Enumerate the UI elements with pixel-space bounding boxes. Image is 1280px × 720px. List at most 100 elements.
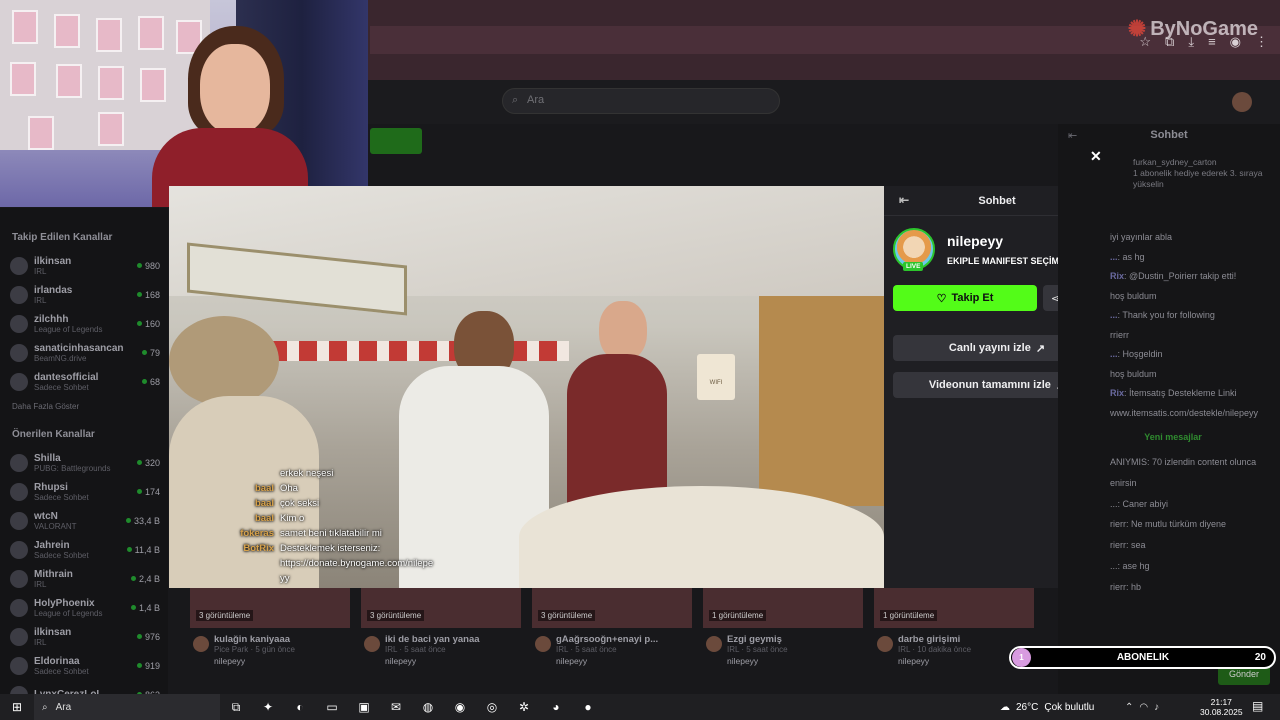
chat-message: çok seksi	[280, 498, 320, 509]
subscription-label: ABONELIK	[1116, 652, 1170, 663]
gift-announcement: furkan_sydney_carton 1 abonelik hediye e…	[1133, 157, 1273, 190]
edge-icon[interactable]: ◐	[284, 700, 316, 714]
wifi-icon[interactable]: ◠	[1139, 702, 1148, 713]
channel-name: irlandas	[34, 284, 73, 296]
channel-category: Sadece Sohbet	[34, 666, 89, 676]
channel-category: IRL	[34, 637, 47, 647]
channel-info: Shilla PUBG: Battlegrounds	[34, 453, 137, 473]
notification-icon[interactable]: ▤	[1252, 699, 1263, 713]
live-dot-icon	[136, 489, 142, 494]
chat-message: : Thank you for following	[1117, 310, 1215, 320]
channel-category: VALORANT	[34, 521, 77, 531]
channel-name[interactable]: nilepeyy	[947, 233, 1003, 249]
sidebar-channel-item[interactable]: Shilla PUBG: Battlegrounds 320	[10, 448, 160, 477]
chat-message: : sea	[1126, 540, 1146, 551]
sidebar-channel-item[interactable]: ilkinsan IRL 980	[10, 251, 160, 280]
viewer-count-value: 33,4 B	[133, 515, 160, 526]
vod-thumbnail[interactable]: 3 görüntüleme	[361, 588, 521, 628]
channel-avatar	[10, 656, 28, 675]
copilot-icon[interactable]: ✦	[252, 700, 284, 714]
vod-channel-avatar[interactable]	[877, 636, 893, 652]
live-badge: LIVE	[903, 262, 924, 271]
obs-icon[interactable]: ●	[572, 700, 604, 714]
chat-line: ...: Caner abiyi	[1110, 494, 1278, 515]
chat-username: ...	[1110, 498, 1118, 509]
viewer-count-value: 919	[144, 660, 160, 671]
gift-user: furkan_sydney_carton	[1133, 157, 1217, 167]
channel-name: Jahrein	[34, 539, 70, 551]
chat-message: : ase hg	[1117, 560, 1150, 571]
vod-thumbnail[interactable]: 1 görüntüleme	[703, 588, 863, 628]
vod-thumbnail[interactable]: 1 görüntüleme	[874, 588, 1034, 628]
channel-info: HolyPhoenix League of Legends	[34, 598, 131, 618]
channel-info: sanaticinhasancan BeamNG.drive	[34, 343, 142, 363]
store-icon[interactable]: ▣	[348, 700, 380, 714]
show-more-link[interactable]: Daha Fazla Göster	[12, 402, 160, 411]
settings-icon[interactable]: ✲	[508, 700, 540, 714]
channel-category: IRL	[34, 579, 47, 589]
viewer-count: 919	[136, 660, 160, 671]
followed-channels-heading: Takip Edilen Kanallar	[12, 232, 113, 243]
search-input[interactable]: ⌕ Ara	[502, 88, 780, 114]
sidebar-channel-item[interactable]: Mithrain IRL 2,4 B	[10, 564, 160, 593]
vod-thumbnail[interactable]: 3 görüntüleme	[532, 588, 692, 628]
taskbar-search[interactable]: ⌕ Ara	[34, 694, 220, 720]
collapse-icon[interactable]: ⇤	[899, 193, 909, 207]
viewer-count-value: 980	[144, 260, 160, 271]
file-explorer-icon[interactable]: ▭	[316, 700, 348, 714]
green-action-button[interactable]	[370, 128, 422, 154]
sidebar-channel-item[interactable]: ilkinsan IRL 976	[10, 622, 160, 651]
user-avatar[interactable]	[1232, 92, 1252, 112]
sidebar-channel-item[interactable]: Eldorinaa Sadece Sohbet 919	[10, 651, 160, 680]
chevron-up-icon[interactable]: ⌃	[1125, 702, 1133, 713]
channel-avatar	[10, 285, 28, 304]
webcam-overlay	[0, 0, 368, 207]
outlook-icon[interactable]: ✉	[380, 700, 412, 714]
sidebar-channel-item[interactable]: zilchhh League of Legends 160	[10, 309, 160, 338]
video-chat-line: erkek neşesi	[238, 466, 448, 481]
vod-meta[interactable]: iki de baci yan yanaa IRL · 5 saat önce ni…	[385, 634, 545, 666]
vod-channel-avatar[interactable]	[706, 636, 722, 652]
task-view-icon[interactable]: ⧉	[220, 700, 252, 715]
viewer-count-value: 11,4 B	[134, 544, 160, 555]
sidebar: Takip Edilen Kanallar ilkinsan IRL 980 irla…	[0, 208, 168, 704]
follow-button[interactable]: ♡ Takip Et	[893, 285, 1037, 311]
chat-line: rrierr	[1110, 326, 1278, 346]
vod-channel-avatar[interactable]	[535, 636, 551, 652]
taskbar-clock[interactable]: 21:17 30.08.2025	[1200, 697, 1243, 717]
weather-widget[interactable]: ☁ 26°C Çok bulutlu	[1000, 694, 1094, 720]
sidebar-channel-item[interactable]: wtcN VALORANT 33,4 B	[10, 506, 160, 535]
close-icon[interactable]: ✕	[1090, 148, 1102, 165]
chat-line: www.itemsatis.com/destekle/nilepeyy	[1110, 404, 1278, 424]
sidebar-channel-item[interactable]: dantesofficial Sadece Sohbet 68	[10, 367, 160, 396]
channel-avatar	[10, 314, 28, 333]
chat-message: : Ne mutlu türküm diyene	[1126, 519, 1227, 530]
sidebar-channel-item[interactable]: Rhupsi Sadece Sohbet 174	[10, 477, 160, 506]
sidebar-channel-item[interactable]: Jahrein Sadece Sohbet 11,4 B	[10, 535, 160, 564]
vod-channel: nilepeyy	[727, 656, 759, 666]
windows-start-icon[interactable]: ⊞	[0, 700, 34, 714]
discord-icon[interactable]: ◍	[412, 700, 444, 714]
spotify-icon[interactable]: ◉	[444, 700, 476, 714]
subscription-goal-bar: 1 ABONELIK 20	[1009, 646, 1276, 669]
channel-category: League of Legends	[34, 324, 103, 334]
search-placeholder: Ara	[527, 94, 545, 106]
vod-meta[interactable]: Ezgi geymiş IRL · 5 saat önce nilepeyy	[727, 634, 887, 666]
vod-thumbnail[interactable]: 3 görüntüleme	[190, 588, 350, 628]
sidebar-channel-item[interactable]: irlandas IRL 168	[10, 280, 160, 309]
steam-icon[interactable]: ◎	[476, 700, 508, 714]
channel-avatar	[10, 540, 28, 559]
channel-avatar	[10, 372, 28, 391]
sidebar-channel-item[interactable]: HolyPhoenix League of Legends 1,4 B	[10, 593, 160, 622]
vod-meta[interactable]: kulağin kaniyaaa Pice Park · 5 gün önce ni…	[214, 634, 374, 666]
viewer-count: 33,4 B	[125, 515, 160, 526]
search-icon: ⌕	[512, 94, 519, 106]
vod-meta[interactable]: gAağrsooğn+enayi p... IRL · 5 saat önce ni…	[556, 634, 716, 666]
channel-info: Jahrein Sadece Sohbet	[34, 540, 127, 560]
video-chat-line: baal Oha	[238, 481, 448, 496]
chrome-icon[interactable]: ◕	[540, 700, 572, 714]
sidebar-channel-item[interactable]: sanaticinhasancan BeamNG.drive 79	[10, 338, 160, 367]
vod-channel-avatar[interactable]	[364, 636, 380, 652]
speaker-icon[interactable]: ♪	[1154, 702, 1159, 713]
vod-channel-avatar[interactable]	[193, 636, 209, 652]
